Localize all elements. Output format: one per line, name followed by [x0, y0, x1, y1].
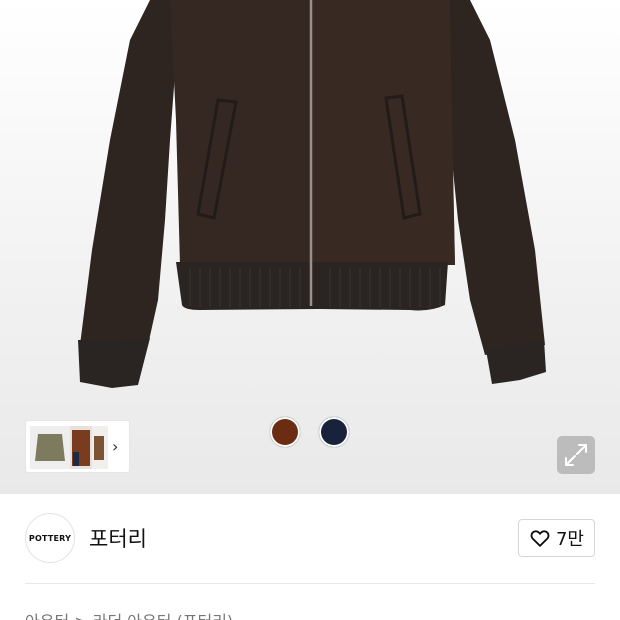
thumbnail-strip[interactable]: › [25, 420, 130, 473]
brand-logo-text: POTTERY [28, 533, 72, 543]
expand-button[interactable] [557, 436, 595, 474]
breadcrumb[interactable]: 아우터 > 라더 아우터 (포터리) [25, 608, 595, 620]
brand-logo[interactable]: POTTERY [25, 513, 75, 563]
color-swatch-navy[interactable] [318, 416, 350, 448]
thumbnail-item[interactable] [70, 426, 92, 469]
product-image[interactable]: › [0, 0, 620, 494]
brand-name[interactable]: 포터리 [89, 523, 147, 553]
thumbnail-item[interactable] [30, 426, 70, 469]
brand-row: POTTERY 포터리 7만 [0, 494, 620, 584]
color-swatch-brown[interactable] [269, 416, 301, 448]
expand-icon [565, 444, 587, 466]
divider [25, 583, 595, 584]
chevron-right-icon[interactable]: › [112, 437, 128, 457]
like-button[interactable]: 7만 [518, 519, 595, 557]
thumbnail-item[interactable] [92, 426, 108, 469]
heart-icon [530, 530, 550, 547]
like-count: 7만 [555, 529, 584, 550]
